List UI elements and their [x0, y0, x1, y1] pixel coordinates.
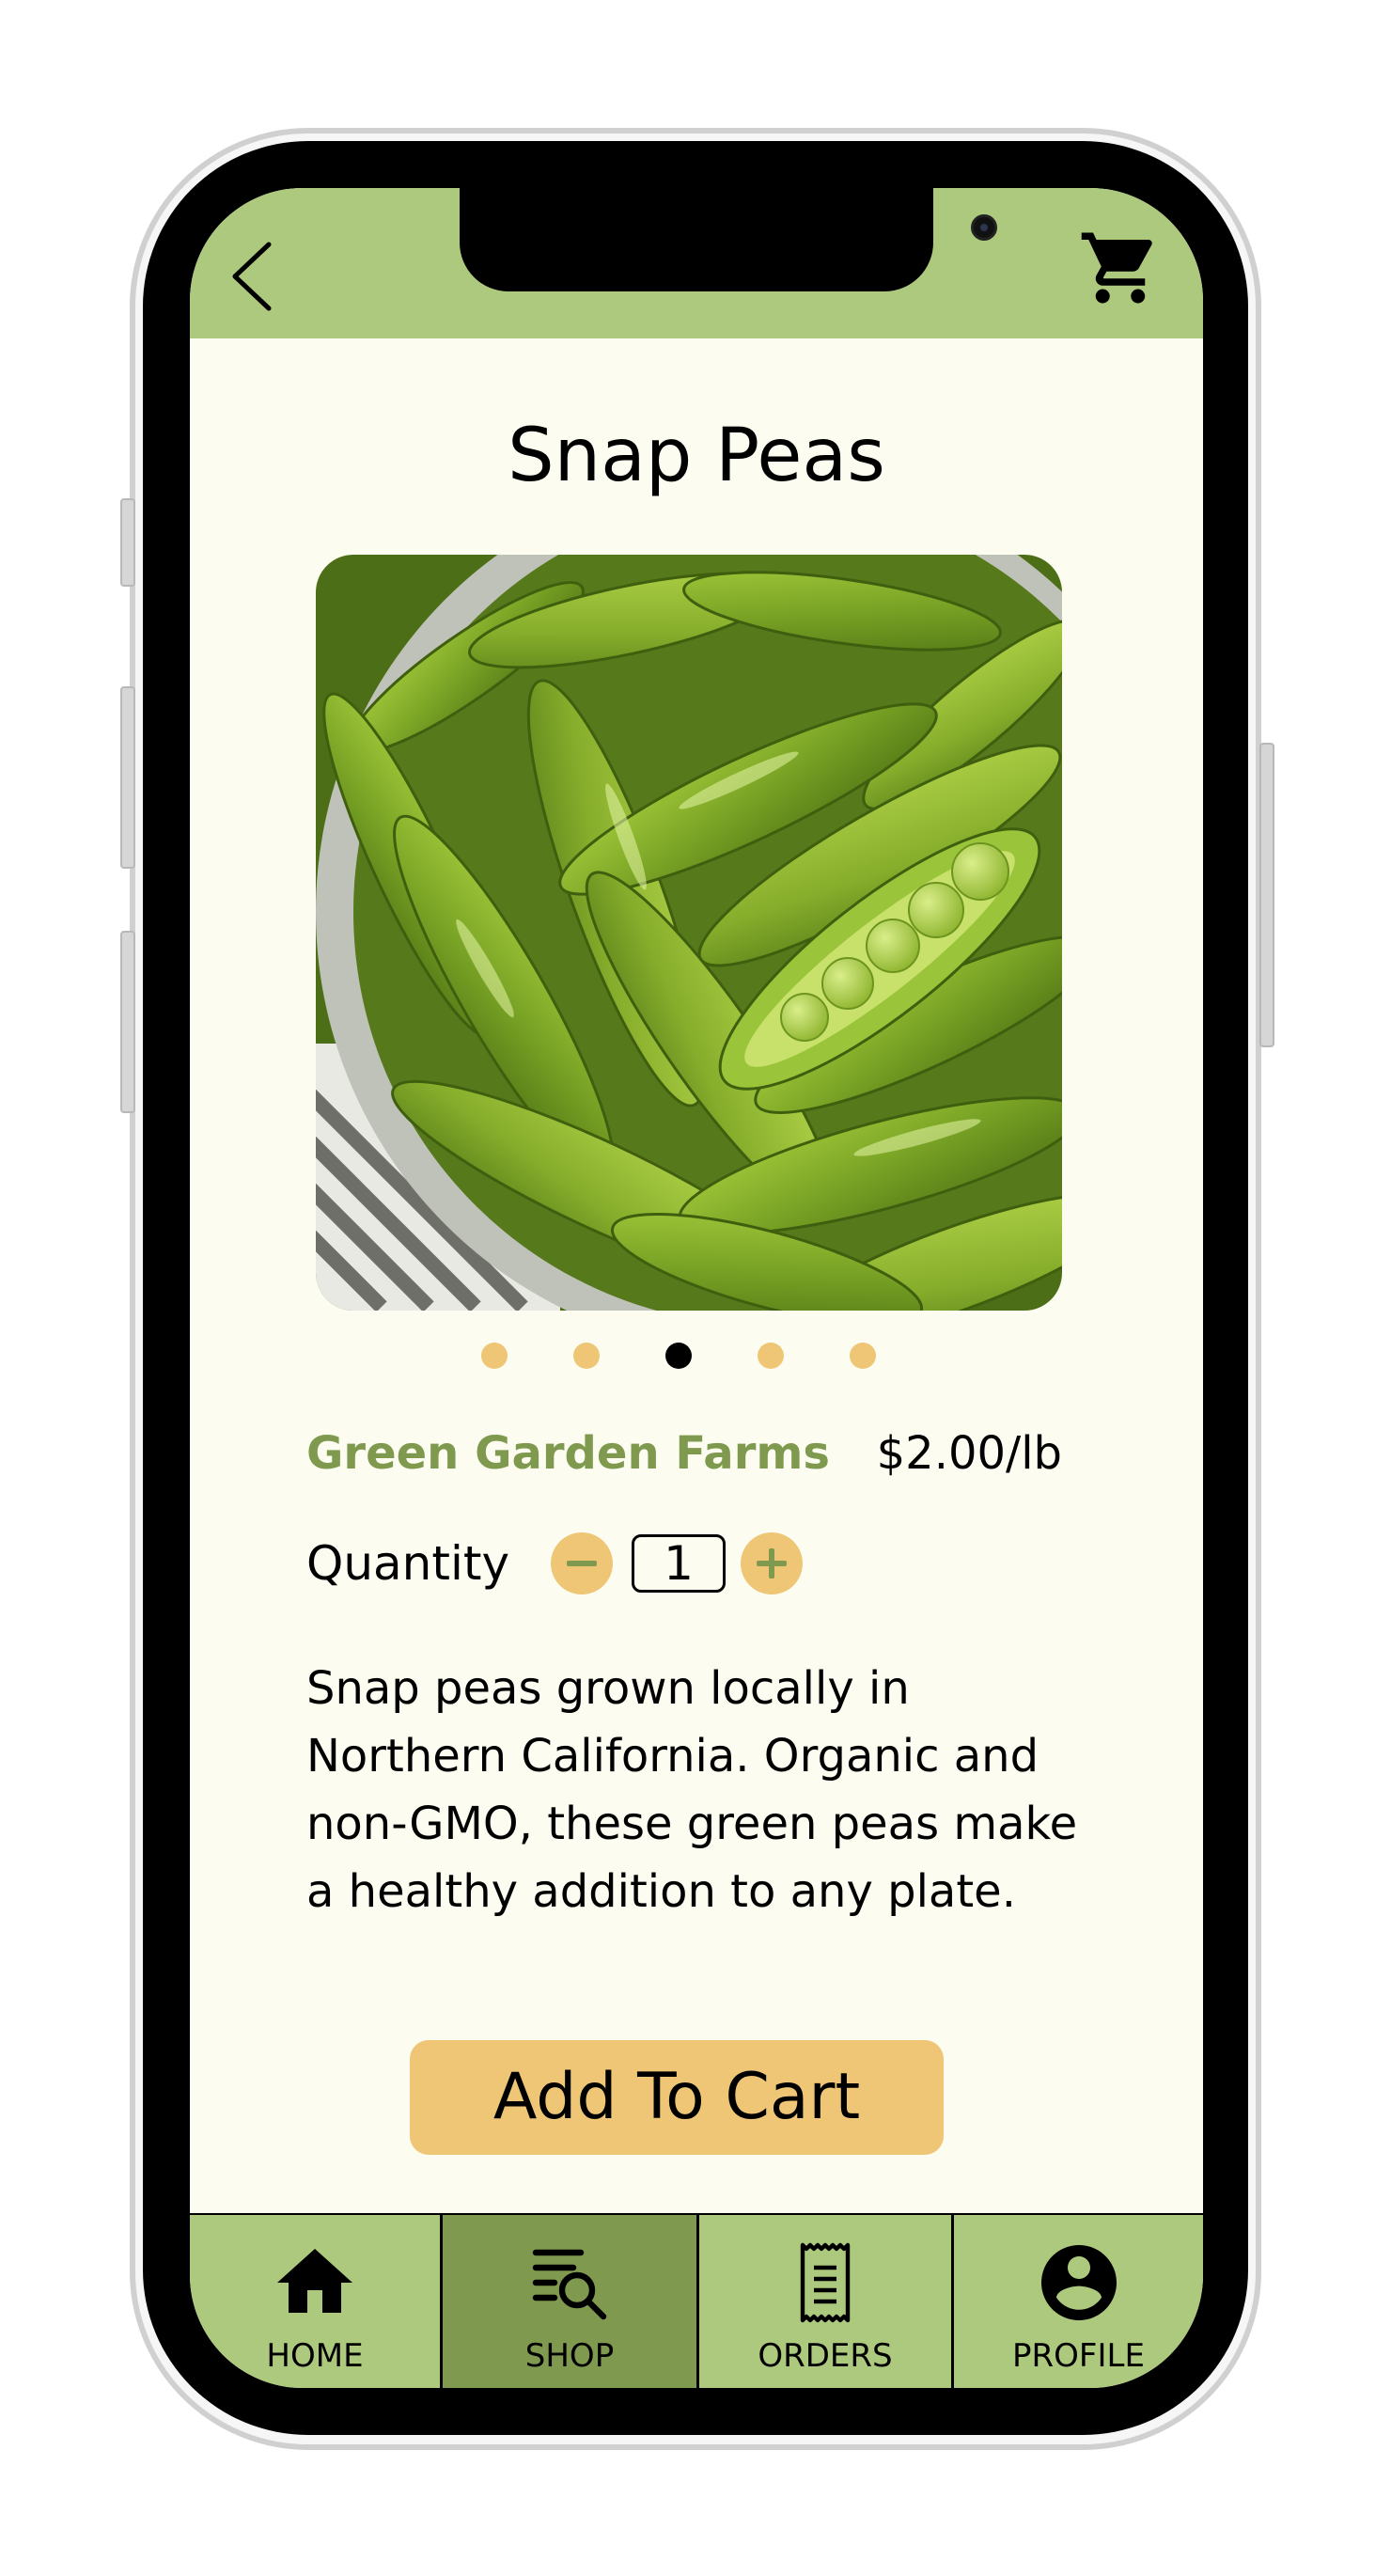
receipt-icon — [800, 2242, 851, 2323]
decrease-quantity-button[interactable] — [551, 1532, 613, 1594]
volume-up-button — [120, 686, 135, 869]
bottom-navigation: HOME SHOP ORDERS PROFILE — [190, 2213, 1203, 2388]
profile-icon — [1040, 2245, 1117, 2320]
mute-switch — [120, 498, 135, 587]
shop-search-icon — [532, 2249, 607, 2320]
nav-item-orders[interactable]: ORDERS — [699, 2215, 951, 2388]
back-button[interactable] — [226, 239, 282, 314]
nav-item-profile[interactable]: PROFILE — [954, 2215, 1203, 2388]
app-screen: Snap Peas Green Garden Farms $2.00/lb Qu… — [190, 188, 1203, 2388]
power-button — [1259, 743, 1274, 1047]
carousel-dot[interactable] — [758, 1343, 784, 1369]
add-to-cart-button[interactable]: Add To Cart — [410, 2040, 944, 2155]
nav-label-profile: PROFILE — [1012, 2337, 1145, 2375]
product-image[interactable] — [316, 555, 1062, 1311]
nav-item-shop[interactable]: SHOP — [443, 2215, 696, 2388]
carousel-dot[interactable] — [481, 1343, 508, 1369]
snap-peas-photo — [316, 555, 1062, 1311]
carousel-dot[interactable] — [573, 1343, 600, 1369]
carousel-dot[interactable] — [850, 1343, 876, 1369]
front-camera — [971, 214, 997, 241]
nav-label-home: HOME — [266, 2337, 364, 2375]
volume-down-button — [120, 931, 135, 1113]
nav-label-orders: ORDERS — [758, 2337, 893, 2375]
price: $2.00/lb — [876, 1427, 1062, 1480]
minus-icon — [567, 1561, 597, 1566]
quantity-label: Quantity — [306, 1536, 510, 1591]
quantity-field[interactable]: 1 — [632, 1534, 726, 1593]
carousel-dot-active[interactable] — [665, 1343, 692, 1369]
product-description: Snap peas grown locally in Northern Cali… — [306, 1662, 1078, 1918]
farm-name-link[interactable]: Green Garden Farms — [306, 1427, 830, 1480]
plus-icon-vertical — [769, 1548, 774, 1579]
home-icon — [277, 2249, 352, 2313]
nav-label-shop: SHOP — [524, 2337, 615, 2375]
product-title: Snap Peas — [508, 414, 885, 498]
chevron-left-icon — [232, 242, 272, 311]
camera-notch — [460, 188, 997, 291]
cart-button[interactable] — [1077, 226, 1164, 310]
shopping-cart-icon — [1081, 232, 1152, 304]
increase-quantity-button[interactable] — [741, 1532, 803, 1594]
nav-item-home[interactable]: HOME — [190, 2215, 440, 2388]
